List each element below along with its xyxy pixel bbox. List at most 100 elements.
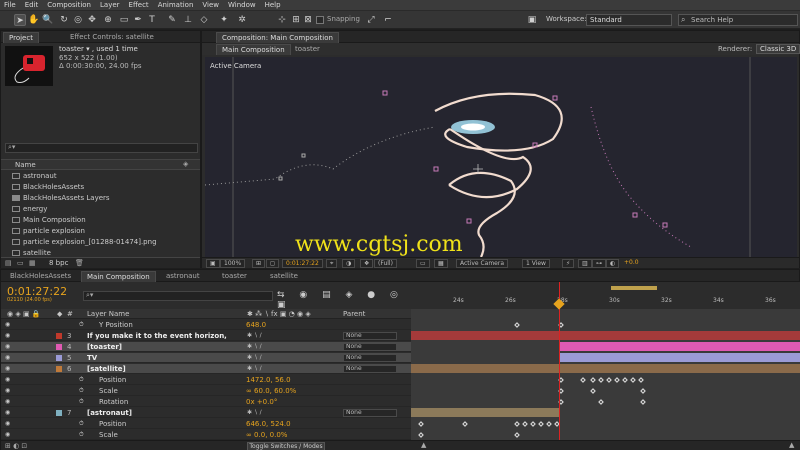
- rectangle-tool-icon[interactable]: ▭: [118, 14, 130, 26]
- viewer-timecode[interactable]: 0:01:27:22: [282, 259, 323, 268]
- visibility-eye-icon[interactable]: ◉: [5, 366, 12, 372]
- property-name[interactable]: Y Position: [99, 320, 249, 330]
- property-name[interactable]: Position: [99, 419, 249, 429]
- puppet-pin-icon[interactable]: ✲: [236, 14, 248, 26]
- zoom-select[interactable]: 100%: [220, 259, 246, 268]
- parent-select[interactable]: None: [343, 343, 397, 351]
- menu-composition[interactable]: Composition: [47, 1, 91, 9]
- subtab-main-composition[interactable]: Main Composition: [216, 44, 291, 55]
- property-value[interactable]: 0x +0.0°: [246, 397, 277, 407]
- color-channel-icon[interactable]: ❖: [360, 259, 374, 268]
- views-select[interactable]: 1 View: [522, 259, 550, 268]
- brush-tool-icon[interactable]: ✎: [166, 14, 178, 26]
- project-item[interactable]: BlackHolesAssets: [1, 182, 200, 193]
- property-value[interactable]: 648.0: [246, 320, 266, 330]
- zoom-out-icon[interactable]: ▲: [421, 441, 426, 449]
- interpret-footage-icon[interactable]: ▤: [5, 259, 12, 267]
- layer-name[interactable]: [toaster]: [87, 342, 237, 352]
- tab-project[interactable]: Project: [3, 32, 39, 43]
- time-ruler[interactable]: 24s 26s 28s 30s 32s 34s 36s: [411, 282, 800, 309]
- property-row[interactable]: ◉ ⏱ Scale ∞ 60.0, 60.0%: [1, 386, 411, 396]
- property-track[interactable]: [411, 320, 800, 329]
- parent-select[interactable]: None: [343, 354, 397, 362]
- pen-tool-icon[interactable]: ✒: [132, 14, 144, 26]
- layer-row[interactable]: ◉ 5 TV ✱ ∖ ∕ None: [1, 353, 411, 363]
- zoom-tool-icon[interactable]: 🔍: [42, 14, 54, 26]
- timeline-search-input[interactable]: ⌕▾: [83, 291, 273, 301]
- project-item[interactable]: BlackHolesAssets Layers: [1, 193, 200, 204]
- menu-view[interactable]: View: [202, 1, 219, 9]
- composition-viewer[interactable]: Active Camera www.cgtsj.com: [205, 57, 797, 257]
- zoom-in-icon[interactable]: ▲: [789, 441, 794, 449]
- project-item[interactable]: Main Composition: [1, 215, 200, 226]
- property-row[interactable]: ◉ ⏱ Position 1472.0, 56.0: [1, 375, 411, 385]
- new-comp-icon[interactable]: ▦: [29, 259, 36, 267]
- exposure-icon[interactable]: ◐: [606, 259, 620, 268]
- parent-select[interactable]: None: [343, 409, 397, 417]
- snapshot-icon[interactable]: ⌖: [326, 259, 338, 268]
- property-row[interactable]: ◉ ⏱ Scale ∞ 0.0, 0.0%: [1, 430, 411, 440]
- toggle-switches-modes-button[interactable]: Toggle Switches / Modes: [247, 442, 325, 450]
- layer-switches-icon[interactable]: ✱ ∖ ∕: [247, 353, 262, 363]
- eraser-tool-icon[interactable]: ◇: [198, 14, 210, 26]
- world-axis-icon[interactable]: ⊞: [290, 14, 302, 26]
- expand-switches-icon[interactable]: ⊞ ◐ ⊡: [5, 442, 27, 450]
- timeline-graph-area[interactable]: 24s 26s 28s 30s 32s 34s 36s: [411, 282, 800, 450]
- resolution-select[interactable]: (Full): [374, 259, 397, 268]
- tab-composition[interactable]: Composition: Main Composition: [216, 32, 339, 43]
- menu-animation[interactable]: Animation: [158, 1, 194, 9]
- layer-name[interactable]: [satellite]: [87, 364, 237, 374]
- label-color-swatch[interactable]: [56, 355, 62, 361]
- local-axis-icon[interactable]: ⊹: [276, 14, 288, 26]
- workspace-select[interactable]: Standard: [586, 14, 672, 26]
- project-item[interactable]: energy: [1, 204, 200, 215]
- tab-astronaut[interactable]: astronaut: [161, 271, 205, 282]
- menu-file[interactable]: File: [4, 1, 16, 9]
- visibility-eye-icon[interactable]: ◉: [5, 432, 12, 438]
- visibility-eye-icon[interactable]: ◉: [5, 410, 12, 416]
- pan-behind-icon[interactable]: ✥: [86, 14, 98, 26]
- label-color-swatch[interactable]: [56, 344, 62, 350]
- property-track[interactable]: [411, 419, 800, 428]
- visibility-eye-icon[interactable]: ◉: [5, 377, 12, 383]
- roto-brush-icon[interactable]: ✦: [218, 14, 230, 26]
- snapping-checkbox[interactable]: [316, 16, 324, 24]
- timeline-switches-icon[interactable]: ⇆ ◉ ▤ ◈ ● ◎ ▣: [277, 290, 407, 310]
- project-item[interactable]: astronaut: [1, 171, 200, 182]
- property-value[interactable]: ∞ 0.0, 0.0%: [246, 430, 287, 440]
- menu-edit[interactable]: Edit: [25, 1, 39, 9]
- layer-row[interactable]: ◉ 7 [astronaut] ✱ ∖ ∕ None: [1, 408, 411, 418]
- rotate-tool-icon[interactable]: ↻: [58, 14, 70, 26]
- parent-select[interactable]: None: [343, 332, 397, 340]
- tab-toaster[interactable]: toaster: [217, 271, 252, 282]
- property-name[interactable]: Rotation: [99, 397, 249, 407]
- bpc-label[interactable]: 8 bpc: [49, 259, 68, 267]
- camera-select[interactable]: Active Camera: [456, 259, 509, 268]
- property-name[interactable]: Scale: [99, 430, 249, 440]
- snap-options-icon[interactable]: ⤢: [365, 14, 377, 26]
- selection-tool-icon[interactable]: ➤: [14, 14, 26, 26]
- stopwatch-icon[interactable]: ⏱: [79, 375, 84, 385]
- layer-switches-icon[interactable]: ✱ ∖ ∕: [247, 331, 262, 341]
- parent-select[interactable]: None: [343, 365, 397, 373]
- type-tool-icon[interactable]: T: [146, 14, 158, 26]
- property-row[interactable]: ◉ ⏱ Position 646.0, 524.0: [1, 419, 411, 429]
- pan-icon[interactable]: ⊕: [102, 14, 114, 26]
- property-value[interactable]: 1472.0, 56.0: [246, 375, 291, 385]
- layer-name-header[interactable]: Layer Name: [87, 310, 129, 318]
- tab-main-composition[interactable]: Main Composition: [81, 271, 156, 282]
- layer-switches-icon[interactable]: ✱ ∖ ∕: [247, 364, 262, 374]
- snap-edge-icon[interactable]: ⌐: [382, 14, 394, 26]
- new-folder-icon[interactable]: ▭: [17, 259, 24, 267]
- layer-name[interactable]: TV: [87, 353, 237, 363]
- search-help-input[interactable]: Search Help: [678, 14, 798, 26]
- subtab-toaster[interactable]: toaster: [290, 44, 325, 55]
- layer-duration-bar[interactable]: [411, 408, 559, 417]
- show-channel-icon[interactable]: ◑: [342, 259, 356, 268]
- layer-name[interactable]: If you make it to the event horizon,: [87, 331, 237, 341]
- label-color-swatch[interactable]: [56, 333, 62, 339]
- grid-icon[interactable]: ⊞: [252, 259, 266, 268]
- stopwatch-icon[interactable]: ⏱: [79, 397, 84, 407]
- delete-icon[interactable]: 🗑: [75, 259, 84, 267]
- fast-preview-icon[interactable]: ⚡: [562, 259, 575, 268]
